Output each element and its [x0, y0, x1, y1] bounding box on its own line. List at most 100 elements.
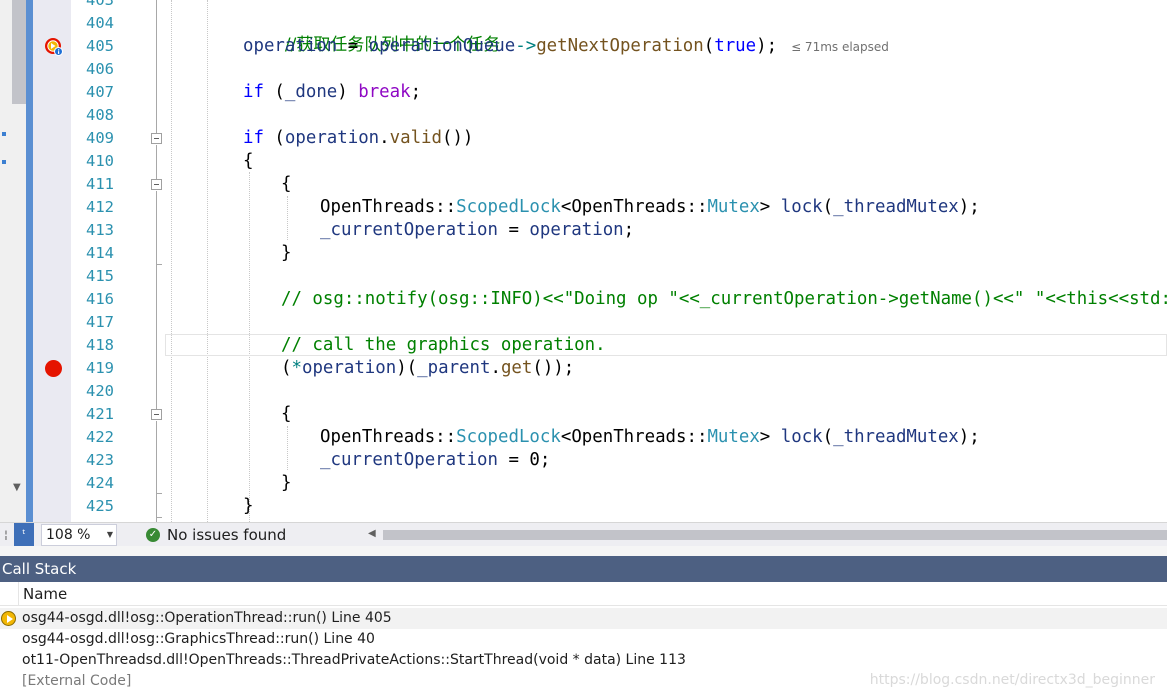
token-namespace: OpenThreads:: [320, 427, 457, 447]
token-punct: ); [958, 197, 980, 217]
column-header-name[interactable]: Name [23, 582, 67, 606]
code-line-418: // call the graphics operation. [281, 335, 606, 355]
scroll-left-arrow-icon[interactable]: ◀ [368, 528, 376, 539]
outline-guide [156, 0, 157, 133]
token-variable: _threadMutex [833, 197, 959, 217]
token-punct: ); [756, 36, 778, 56]
token-keyword: break [358, 82, 411, 102]
line-number: 404 [86, 14, 114, 32]
token-punct: ( [822, 427, 834, 447]
outline-end-tick [156, 517, 162, 518]
left-scroll-strip[interactable]: ▼ [0, 0, 33, 522]
code-line-405: operation = operationQueue->getNextOpera… [243, 35, 889, 59]
token-punct: ); [958, 427, 980, 447]
token-keyword: if [243, 128, 264, 148]
line-number: 415 [86, 267, 114, 285]
token-variable: _threadMutex [833, 427, 959, 447]
line-number: 417 [86, 313, 114, 331]
collapse-toggle-icon[interactable] [151, 133, 162, 144]
line-number: 414 [86, 244, 114, 262]
breakpoint-current-icon[interactable] [44, 37, 63, 56]
line-number: 411 [86, 175, 114, 193]
token-keyword: if [243, 82, 264, 102]
call-stack-header: Name [0, 582, 1167, 606]
current-frame-arrow-icon [1, 611, 16, 626]
line-number: 407 [86, 83, 114, 101]
code-editor[interactable]: //获取任务队列中的一个任务 operation = operationQueu… [165, 0, 1167, 522]
token-variable: _currentOperation [320, 450, 498, 470]
indent-guide [287, 426, 288, 470]
glyph-margin[interactable] [33, 0, 71, 522]
zoom-value: 108 % [46, 527, 91, 543]
line-number: 421 [86, 405, 114, 423]
code-line-411: { [281, 174, 292, 194]
panel-splitter[interactable] [0, 546, 1167, 556]
token-type: Mutex [707, 427, 760, 447]
change-indicator-bar [26, 0, 33, 522]
line-number: 424 [86, 474, 114, 492]
code-line-425: } [243, 496, 254, 516]
token-function: valid [389, 128, 442, 148]
token-punct: ; [623, 220, 635, 240]
scroll-down-arrow-icon[interactable]: ▼ [13, 482, 21, 493]
token-punct: ()) [441, 128, 474, 148]
token-punct: ( [263, 82, 285, 102]
watermark: https://blog.csdn.net/directx3d_beginner [869, 672, 1155, 688]
scroll-marker [2, 160, 6, 164]
line-number: 412 [86, 198, 114, 216]
line-number-margin: 403 404 405 406 407 408 409 410 411 412 … [71, 0, 146, 522]
token-namespace: OpenThreads:: [320, 197, 457, 217]
token-op: = [337, 36, 369, 56]
token-punct: > [759, 427, 781, 447]
frame-name: ot11-OpenThreadsd.dll!OpenThreads::Threa… [22, 652, 686, 668]
outline-guide [156, 191, 157, 409]
token-type: Mutex [707, 197, 760, 217]
chevron-down-icon: ▼ [106, 530, 113, 539]
token-punct: ()); [532, 358, 575, 378]
code-line-421: { [281, 404, 292, 424]
line-number: 422 [86, 428, 114, 446]
line-number: 425 [86, 497, 114, 515]
token-variable: operation [529, 220, 624, 240]
token-punct: > [759, 197, 781, 217]
collapse-toggle-icon[interactable] [151, 179, 162, 190]
editor-status-bar: ¦ ᵗ 108 % ▼ ✓ No issues found ◀ [0, 522, 1167, 546]
indent-guide [207, 0, 208, 522]
token-number: 0 [529, 450, 540, 470]
scroll-marker [2, 132, 6, 136]
code-line-407: if (_done) break; [243, 81, 421, 104]
column-separator[interactable] [18, 582, 19, 606]
outline-end-tick [156, 493, 162, 494]
issues-label: No issues found [167, 526, 287, 544]
collapse-toggle-icon[interactable] [151, 409, 162, 420]
vertical-scroll-thumb[interactable] [12, 0, 26, 104]
code-line-410: { [243, 151, 254, 171]
line-number: 416 [86, 290, 114, 308]
line-number: 406 [86, 60, 114, 78]
call-stack-row[interactable]: osg44-osgd.dll!osg::GraphicsThread::run(… [0, 629, 1167, 650]
frame-name: osg44-osgd.dll!osg::OperationThread::run… [22, 610, 392, 626]
navigation-toggle-button[interactable]: ᵗ [14, 523, 34, 546]
code-line-422: OpenThreads::ScopedLock<OpenThreads::Mut… [320, 426, 980, 449]
token-punct: < [560, 197, 572, 217]
zoom-dropdown[interactable]: 108 % ▼ [41, 524, 117, 546]
token-keyword: true [714, 36, 757, 56]
line-number: 420 [86, 382, 114, 400]
issues-indicator[interactable]: ✓ No issues found [146, 523, 286, 547]
frame-name: osg44-osgd.dll!osg::GraphicsThread::run(… [22, 631, 375, 647]
token-op: = [498, 450, 530, 470]
token-op: = [498, 220, 530, 240]
horizontal-scroll-thumb[interactable] [383, 530, 1167, 540]
token-variable: _currentOperation [320, 220, 498, 240]
token-punct: ( [263, 128, 285, 148]
token-punct: ; [410, 82, 422, 102]
call-stack-row[interactable]: ot11-OpenThreadsd.dll!OpenThreads::Threa… [0, 650, 1167, 671]
code-line-423: _currentOperation = 0; [320, 449, 550, 472]
token-variable: lock [780, 197, 823, 217]
call-stack-row[interactable]: osg44-osgd.dll!osg::OperationThread::run… [0, 608, 1167, 629]
split-view-button[interactable]: ¦ [0, 525, 12, 545]
breakpoint-icon[interactable] [45, 360, 62, 377]
outline-guide [156, 421, 157, 522]
perf-tip[interactable]: ≤ 71ms elapsed [791, 40, 889, 54]
check-circle-icon: ✓ [146, 528, 160, 542]
